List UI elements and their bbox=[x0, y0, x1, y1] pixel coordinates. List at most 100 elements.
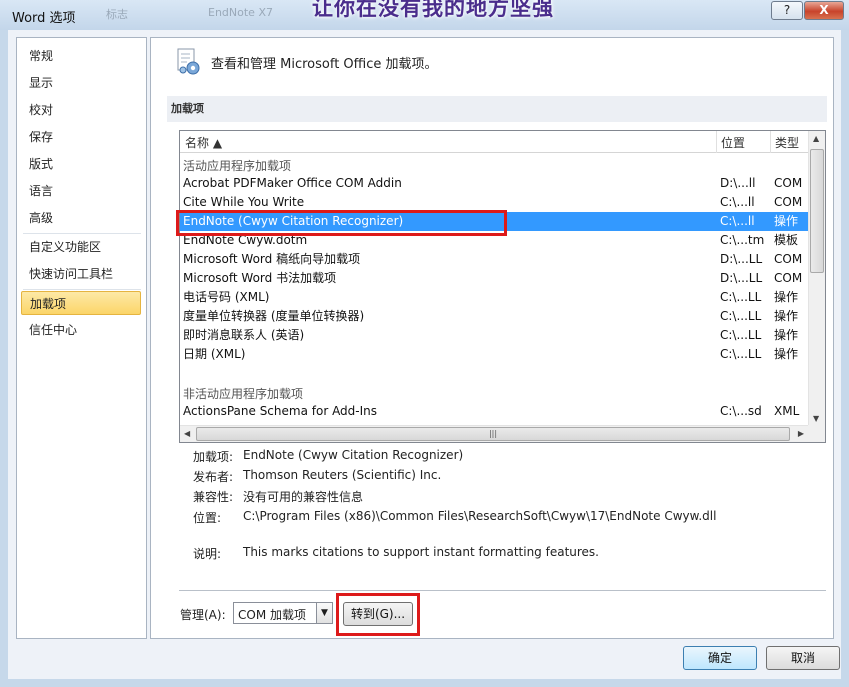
header-description: 查看和管理 Microsoft Office 加载项。 bbox=[211, 57, 438, 72]
detail-compat-value: 没有可用的兼容性信息 bbox=[243, 490, 364, 504]
detail-publisher-value: Thomson Reuters (Scientific) Inc. bbox=[243, 468, 442, 482]
horizontal-scrollbar[interactable]: ◀ ||| ▶ bbox=[180, 425, 808, 442]
addins-list[interactable]: 名称 ▲ 位置 类型 活动应用程序加载项 Acrobat PDFMaker Of… bbox=[179, 130, 826, 443]
scroll-corner bbox=[808, 425, 825, 442]
addin-name: Microsoft Word 稿纸向导加载项 bbox=[183, 252, 361, 266]
detail-publisher-label: 发布者: bbox=[193, 470, 234, 484]
title-faded-item: 标志 bbox=[106, 8, 128, 21]
list-item[interactable]: 即时消息联系人 (英语) C:\...LL 操作 bbox=[180, 326, 808, 345]
list-item[interactable]: 日期 (XML) C:\...LL 操作 bbox=[180, 345, 808, 364]
nav-item-quick-access[interactable]: 快速访问工具栏 bbox=[21, 262, 141, 286]
nav-divider bbox=[23, 233, 141, 234]
addin-type: 操作 bbox=[774, 309, 799, 323]
list-item[interactable]: Microsoft Word 稿纸向导加载项 D:\...LL COM bbox=[180, 250, 808, 269]
go-button[interactable]: 转到(G)... bbox=[343, 602, 413, 626]
list-item-selected[interactable]: EndNote (Cwyw Citation Recognizer) C:\..… bbox=[180, 212, 808, 231]
addin-type: 操作 bbox=[774, 328, 799, 342]
column-divider bbox=[716, 131, 717, 153]
addin-type: COM bbox=[774, 252, 803, 266]
title-faded-item: EndNote X7 bbox=[208, 6, 273, 19]
addin-name: Acrobat PDFMaker Office COM Addin bbox=[183, 176, 402, 190]
nav-item-display[interactable]: 显示 bbox=[21, 71, 141, 95]
addin-name: 日期 (XML) bbox=[183, 347, 246, 361]
dialog-client: 常规 显示 校对 保存 版式 语言 高级 自定义功能区 快速访问工具栏 加载项 … bbox=[8, 30, 841, 679]
list-item[interactable]: EndNote Cwyw.dotm C:\...tm 模板 bbox=[180, 231, 808, 250]
addin-location: C:\...LL bbox=[720, 309, 762, 323]
detail-addin-label: 加载项: bbox=[193, 450, 234, 464]
options-nav: 常规 显示 校对 保存 版式 语言 高级 自定义功能区 快速访问工具栏 加载项 … bbox=[16, 37, 147, 639]
addin-name: ActionsPane Schema for Add-Ins bbox=[183, 404, 378, 418]
nav-item-addins[interactable]: 加载项 bbox=[21, 291, 141, 315]
detail-description-value: This marks citations to support instant … bbox=[243, 545, 599, 559]
addin-name: 即时消息联系人 (英语) bbox=[183, 328, 305, 342]
column-divider bbox=[770, 131, 771, 153]
active-group-header: 活动应用程序加载项 bbox=[183, 159, 292, 173]
watermark-text: 让你在没有我的地方坚强 bbox=[312, 0, 554, 20]
addin-type: COM bbox=[774, 271, 803, 285]
scroll-down-icon[interactable]: ▼ bbox=[813, 414, 819, 423]
addin-location: C:\...LL bbox=[720, 347, 762, 361]
addin-type: COM bbox=[774, 176, 803, 190]
column-location-header[interactable]: 位置 bbox=[721, 134, 745, 151]
addin-location: C:\...ll bbox=[720, 195, 755, 209]
column-type-header[interactable]: 类型 bbox=[775, 134, 799, 151]
nav-item-advanced[interactable]: 高级 bbox=[21, 206, 141, 230]
addin-location: D:\...ll bbox=[720, 176, 756, 190]
manage-dropdown[interactable]: COM 加载项 ▼ bbox=[233, 602, 333, 624]
addin-location: D:\...LL bbox=[720, 252, 763, 266]
close-button[interactable]: X bbox=[804, 1, 844, 20]
chevron-down-icon[interactable]: ▼ bbox=[316, 603, 332, 623]
addin-type: 模板 bbox=[774, 233, 799, 247]
list-header: 名称 ▲ 位置 类型 bbox=[180, 131, 808, 153]
window-title: Word 选项 bbox=[12, 11, 76, 26]
addin-location: C:\...tm bbox=[720, 233, 765, 247]
scroll-up-icon[interactable]: ▲ bbox=[813, 134, 819, 143]
addin-name: EndNote Cwyw.dotm bbox=[183, 233, 308, 247]
addin-type: COM bbox=[774, 195, 803, 209]
addin-name: Cite While You Write bbox=[183, 195, 305, 209]
divider bbox=[179, 590, 826, 591]
column-name-header[interactable]: 名称 ▲ bbox=[185, 134, 222, 151]
addin-type: 操作 bbox=[774, 290, 799, 304]
addin-type: 操作 bbox=[774, 214, 799, 228]
scroll-right-icon[interactable]: ▶ bbox=[798, 429, 804, 438]
help-button[interactable]: ? bbox=[771, 1, 803, 20]
addin-name: EndNote (Cwyw Citation Recognizer) bbox=[183, 214, 404, 228]
nav-item-save[interactable]: 保存 bbox=[21, 125, 141, 149]
addin-location: C:\...ll bbox=[720, 214, 755, 228]
nav-item-customize-ribbon[interactable]: 自定义功能区 bbox=[21, 235, 141, 259]
list-item[interactable]: Microsoft Word 书法加载项 D:\...LL COM bbox=[180, 269, 808, 288]
scroll-left-icon[interactable]: ◀ bbox=[184, 429, 190, 438]
nav-item-trust-center[interactable]: 信任中心 bbox=[21, 318, 141, 342]
addin-location: C:\...sd bbox=[720, 404, 762, 418]
nav-item-layout[interactable]: 版式 bbox=[21, 152, 141, 176]
list-item[interactable]: 电话号码 (XML) C:\...LL 操作 bbox=[180, 288, 808, 307]
title-bar: Word 选项 标志 EndNote X7 让你在没有我的地方坚强 ? X bbox=[0, 0, 849, 30]
detail-location-label: 位置: bbox=[193, 511, 222, 525]
list-item[interactable]: ActionsPane Schema for Add-Ins C:\...sd … bbox=[180, 402, 808, 437]
vertical-scroll-thumb[interactable] bbox=[810, 149, 824, 273]
ok-button[interactable]: 确定 bbox=[683, 646, 757, 670]
manage-dropdown-value: COM 加载项 bbox=[238, 608, 306, 622]
addin-location: C:\...LL bbox=[720, 328, 762, 342]
nav-item-language[interactable]: 语言 bbox=[21, 179, 141, 203]
vertical-scrollbar[interactable]: ▲ ▼ bbox=[808, 131, 825, 425]
list-item[interactable]: Acrobat PDFMaker Office COM Addin D:\...… bbox=[180, 174, 808, 193]
gear-sheet-icon bbox=[177, 48, 200, 75]
inactive-group-header: 非活动应用程序加载项 bbox=[183, 387, 304, 401]
addin-name: 度量单位转换器 (度量单位转换器) bbox=[183, 309, 365, 323]
cancel-button[interactable]: 取消 bbox=[766, 646, 840, 670]
nav-item-general[interactable]: 常规 bbox=[21, 44, 141, 68]
section-title: 加载项 bbox=[167, 96, 827, 122]
manage-label: 管理(A): bbox=[180, 608, 226, 622]
nav-item-proofing[interactable]: 校对 bbox=[21, 98, 141, 122]
addin-name: Microsoft Word 书法加载项 bbox=[183, 271, 337, 285]
addin-location: D:\...LL bbox=[720, 271, 763, 285]
horizontal-scroll-thumb[interactable]: ||| bbox=[196, 427, 790, 441]
addin-type: 操作 bbox=[774, 347, 799, 361]
addin-name: 电话号码 (XML) bbox=[183, 290, 270, 304]
list-item[interactable]: Cite While You Write C:\...ll COM bbox=[180, 193, 808, 212]
detail-addin-value: EndNote (Cwyw Citation Recognizer) bbox=[243, 448, 464, 462]
detail-location-value: C:\Program Files (x86)\Common Files\Rese… bbox=[243, 509, 717, 523]
list-item[interactable]: 度量单位转换器 (度量单位转换器) C:\...LL 操作 bbox=[180, 307, 808, 326]
